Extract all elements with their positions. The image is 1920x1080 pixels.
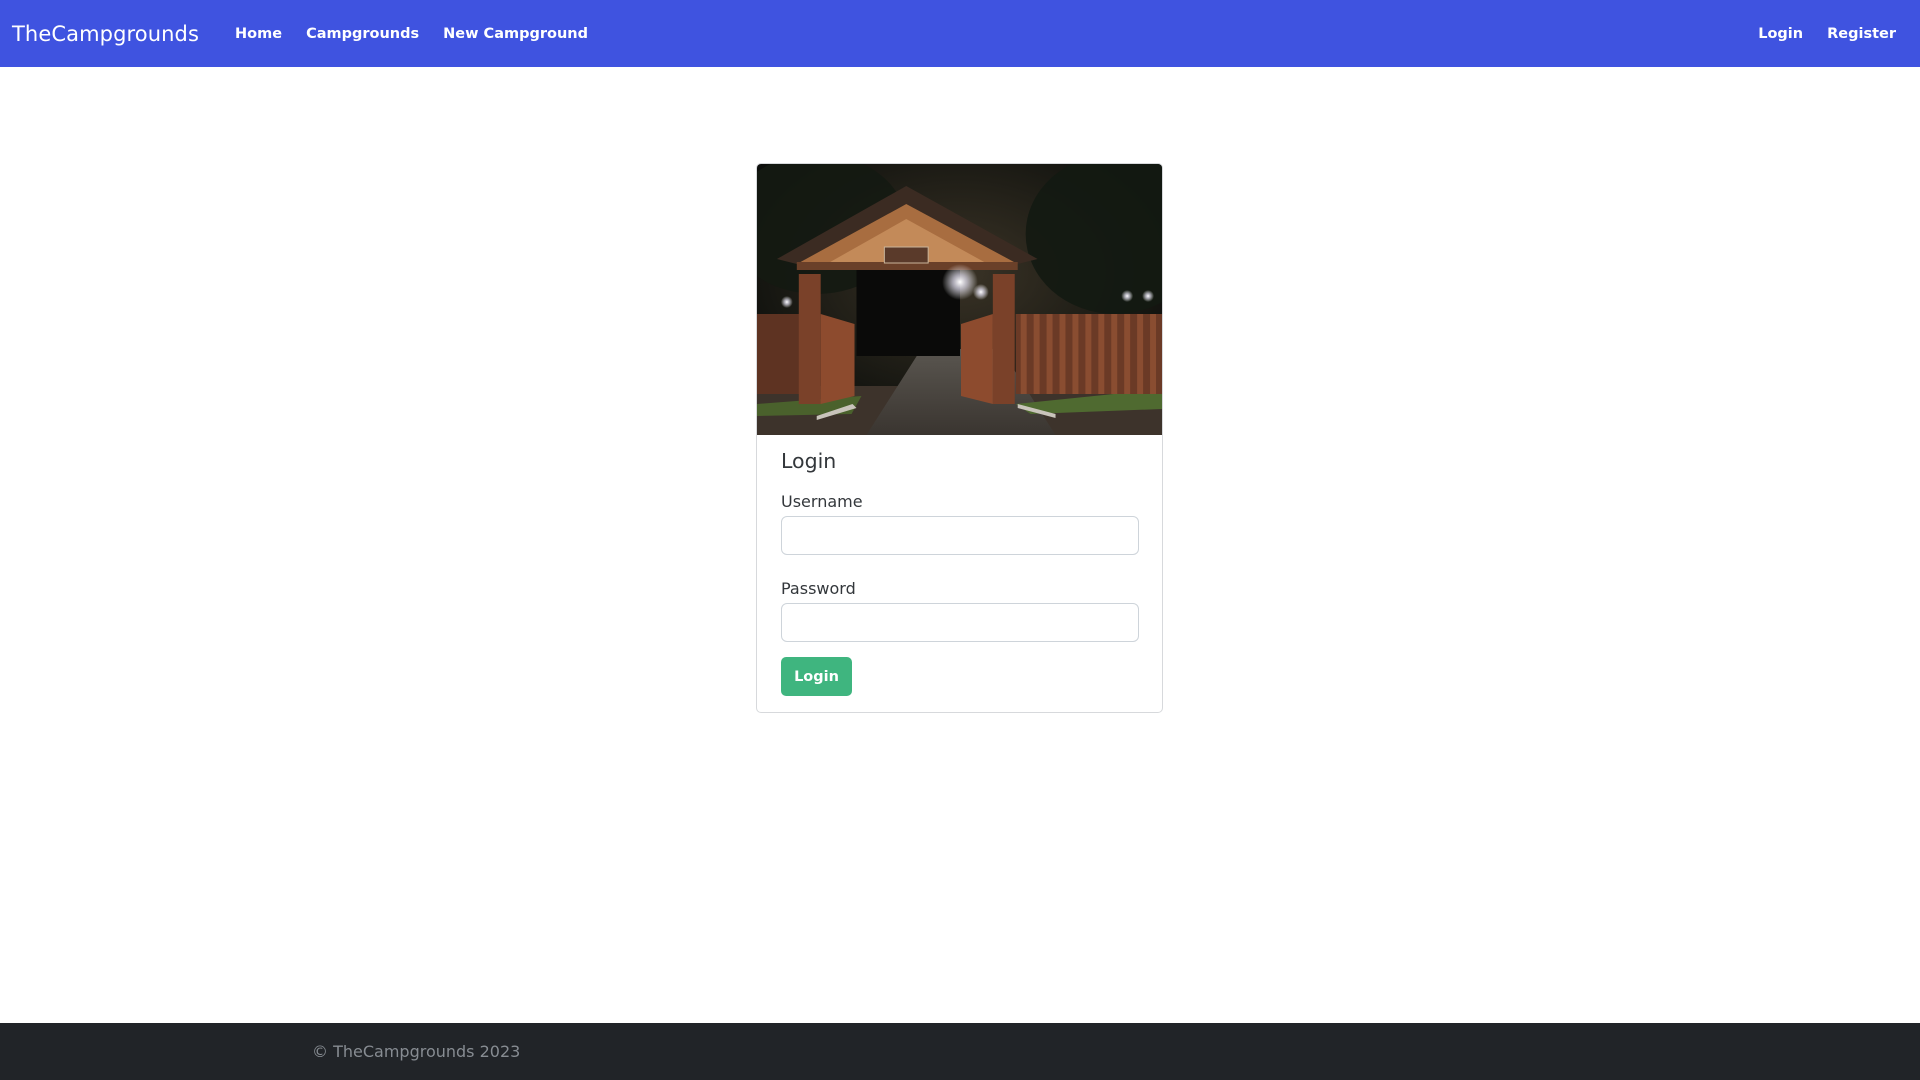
navbar: TheCampgrounds Home Campgrounds New Camp… — [0, 0, 1920, 67]
login-card: Login Username Password Login — [756, 163, 1163, 713]
username-input[interactable] — [781, 516, 1139, 555]
campground-gate-image — [757, 164, 1162, 435]
card-title: Login — [781, 449, 837, 473]
footer-copyright: © TheCampgrounds 2023 — [312, 1042, 521, 1061]
nav-link-login[interactable]: Login — [1758, 26, 1803, 42]
footer: © TheCampgrounds 2023 — [0, 1023, 1920, 1080]
login-page: TheCampgrounds Home Campgrounds New Camp… — [0, 0, 1920, 1080]
nav-link-new-campground[interactable]: New Campground — [443, 26, 588, 42]
login-submit-button[interactable]: Login — [781, 657, 852, 696]
username-label: Username — [781, 492, 863, 511]
nav-link-campgrounds[interactable]: Campgrounds — [306, 26, 419, 42]
nav-link-home[interactable]: Home — [235, 26, 282, 42]
password-input[interactable] — [781, 603, 1139, 642]
nav-right-group: Login Register — [1746, 26, 1908, 42]
nav-link-register[interactable]: Register — [1827, 26, 1896, 42]
password-label: Password — [781, 579, 856, 598]
brand-link[interactable]: TheCampgrounds — [12, 22, 199, 46]
